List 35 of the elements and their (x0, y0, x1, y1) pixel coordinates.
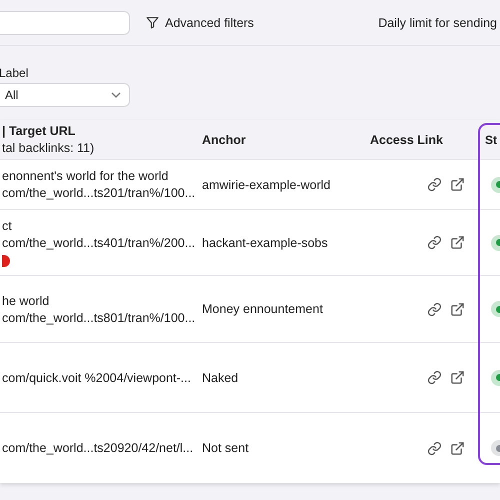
link-icon[interactable] (427, 235, 442, 250)
source-title: he world (2, 294, 50, 308)
target-url[interactable]: com/the_world...ts401/tran%/200... (2, 236, 200, 250)
link-icon[interactable] (427, 302, 442, 316)
source-title: ct (2, 218, 13, 232)
link-icon[interactable] (427, 177, 442, 192)
anchor-text: amwirie-example-world (202, 178, 331, 192)
anchor-text: hackant-example-sobs (202, 236, 328, 250)
external-link-icon[interactable] (450, 370, 465, 385)
external-link-icon[interactable] (450, 440, 465, 456)
label-filter-label: Label (0, 66, 30, 80)
column-header: St (485, 132, 497, 146)
anchor-text: Not sent (202, 441, 249, 455)
external-link-icon[interactable] (450, 235, 465, 250)
daily-limit-label: Daily limit for sending (378, 16, 497, 30)
backlinks-count: tal backlinks: 11) (2, 141, 96, 155)
external-link-icon[interactable] (450, 302, 465, 316)
target-url[interactable]: com/quick.voit %2004/viewpont-... (2, 370, 200, 384)
external-link-icon[interactable] (450, 177, 465, 192)
label-select[interactable]: All (0, 83, 130, 107)
target-url[interactable]: com/the_world...ts201/tran%/100... (2, 186, 200, 200)
anchor-text: Naked (202, 370, 238, 384)
column-header: | Target URL (2, 124, 76, 138)
source-title: enonnent's world for the world (2, 169, 170, 183)
advanced-filters-button[interactable]: Advanced filters (146, 16, 254, 30)
target-url[interactable]: com/the_world...ts20920/42/net/l... (2, 441, 200, 455)
link-icon[interactable] (427, 370, 442, 385)
search-field[interactable] (0, 10, 130, 34)
filter-icon (146, 16, 159, 29)
column-header: Access Link (370, 132, 443, 146)
column-header: Anchor (202, 132, 246, 146)
link-icon[interactable] (427, 440, 442, 456)
caret-icon (111, 92, 121, 98)
anchor-text: Money ennountement (202, 302, 323, 316)
target-url[interactable]: com/the_world...ts801/tran%/100... (2, 310, 200, 324)
